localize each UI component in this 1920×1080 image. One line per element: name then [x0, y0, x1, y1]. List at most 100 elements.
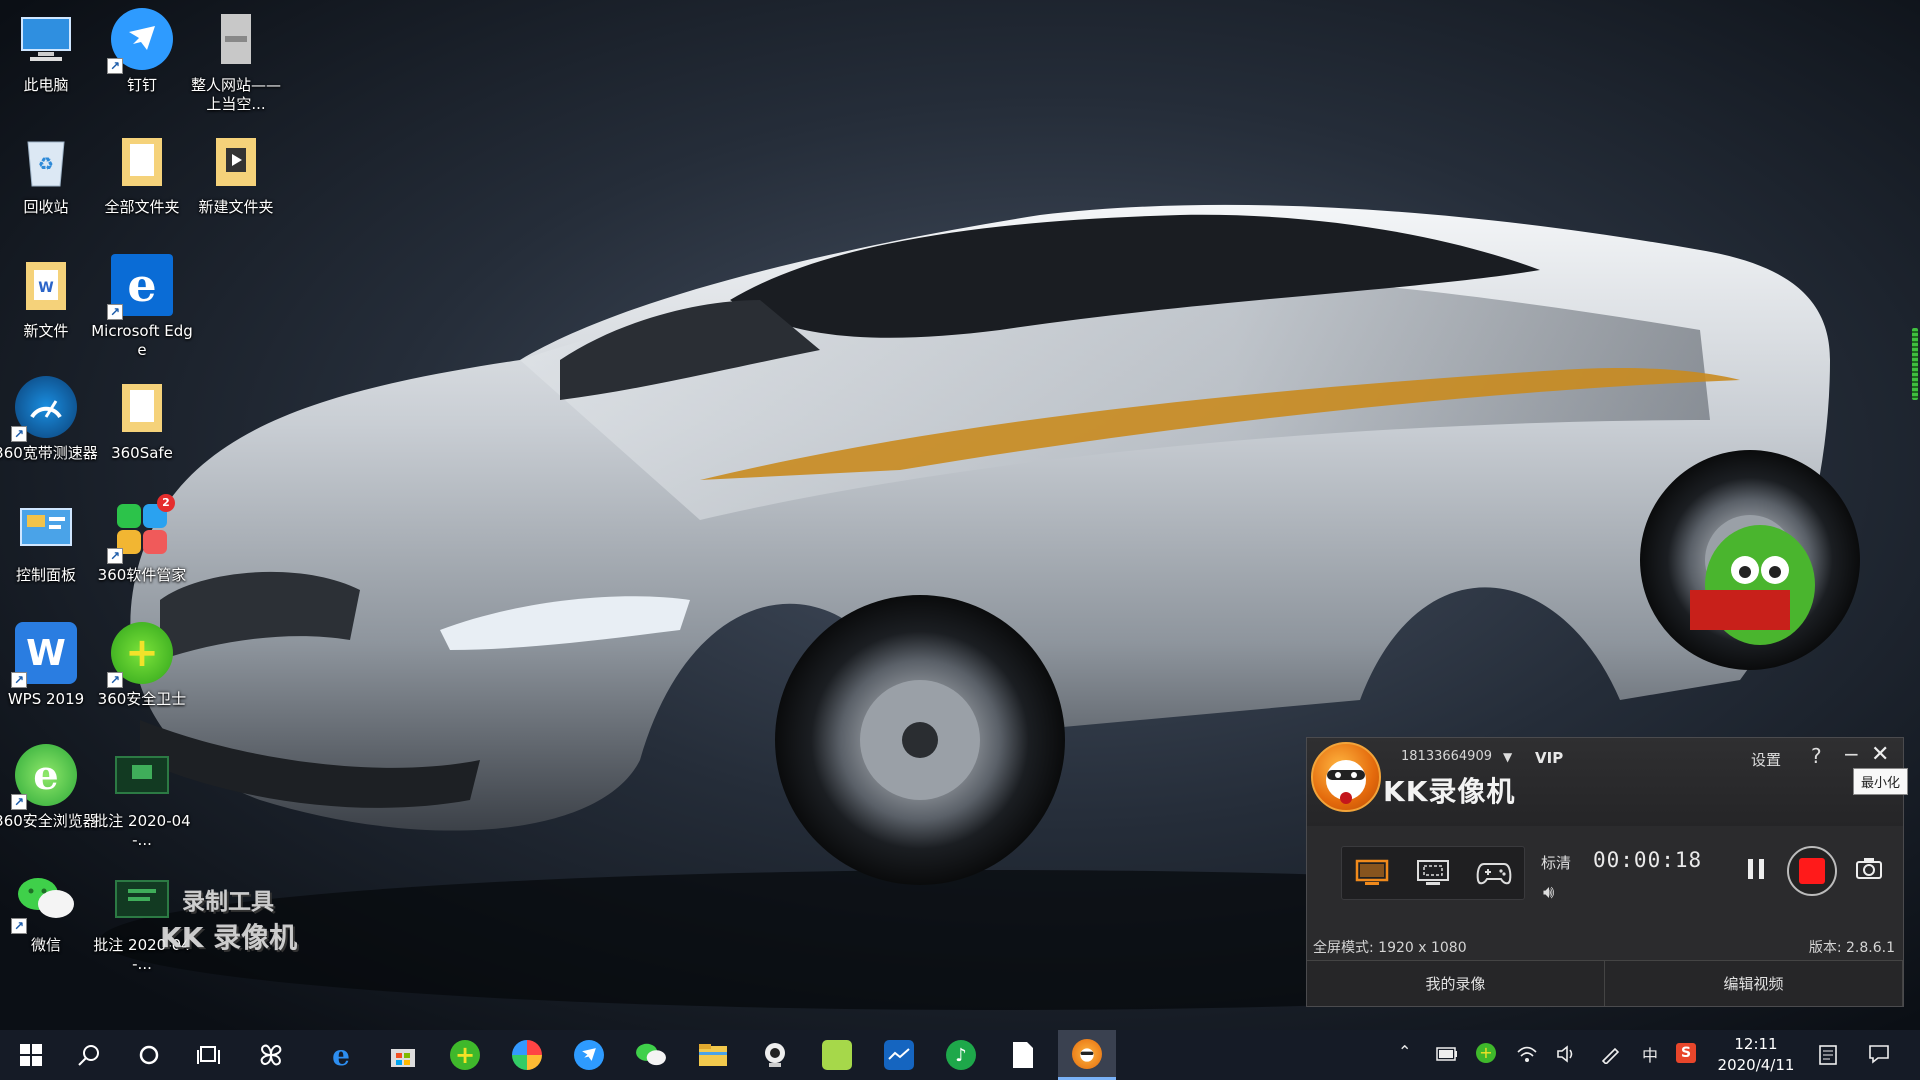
desktop-icon-this-pc[interactable]: 此电脑 [0, 8, 92, 126]
desktop-icon-label: Microsoft Edge [91, 322, 193, 359]
chart-app-icon [884, 1040, 914, 1070]
kk-minimize-button[interactable]: − [1843, 742, 1860, 766]
desktop-icon-label: 此电脑 [23, 76, 69, 94]
volume-icon[interactable]: 🔊︎ [1543, 882, 1554, 903]
desktop-icon-recycle-bin[interactable]: ♻ 回收站 [0, 130, 92, 248]
speaker-icon[interactable] [1556, 1044, 1578, 1068]
kk-settings-button[interactable]: 设置 [1751, 749, 1781, 770]
computer-icon [15, 8, 77, 70]
taskbar-app-kk-recorder[interactable] [1058, 1030, 1116, 1080]
desktop-icon-label: 360Safe [111, 444, 173, 462]
kk-recorder-window: 18133664909 ▼ VIP KK录像机 设置 ? − ✕ 最小化 标清 … [1306, 737, 1909, 1007]
taskbar-app-edge[interactable]: e [314, 1030, 368, 1080]
taskbar-app-store[interactable] [376, 1030, 430, 1080]
taskbar-app-music[interactable]: ♪ [934, 1030, 988, 1080]
desktop-icon-label: 360安全浏览器 [0, 812, 98, 830]
desktop-icon-control-panel[interactable]: 控制面板 [0, 498, 92, 616]
desktop-icon-edge[interactable]: e ↗ Microsoft Edge [91, 254, 193, 372]
desktop-icon-new-folder[interactable]: 新建文件夹 [190, 130, 282, 248]
desktop-icon-360-software-manager[interactable]: 2 ↗ 360软件管家 [96, 494, 188, 616]
desktop-icon-label: 360软件管家 [97, 566, 187, 584]
kk-logo-icon [1311, 742, 1381, 812]
pen-icon[interactable] [1600, 1044, 1622, 1068]
store-icon [391, 1049, 415, 1067]
taskbar-app-blue[interactable] [872, 1030, 926, 1080]
kk-quality-selector[interactable]: 标清 [1541, 852, 1571, 873]
gamepad-icon [1476, 863, 1511, 885]
start-button[interactable] [4, 1030, 58, 1080]
screenshot-button[interactable] [1855, 856, 1885, 886]
desktop-icon-360safe-folder[interactable]: 360Safe [96, 376, 188, 494]
wps-icon: W ↗ [11, 622, 77, 688]
chevron-down-icon[interactable]: ▼ [1503, 750, 1512, 764]
taskbar-app-wechat[interactable] [624, 1030, 678, 1080]
desktop-icon-dingtalk[interactable]: ↗ 钉钉 [96, 8, 188, 126]
taskbar-app-dingtalk[interactable] [562, 1030, 616, 1080]
kk-help-button[interactable]: ? [1811, 744, 1822, 768]
desktop-icon-label: 批注 2020-04-... [93, 812, 191, 849]
taskbar-app-explorer[interactable] [686, 1030, 740, 1080]
desktop-icon-label: 钉钉 [126, 76, 157, 94]
folder-icon [699, 1044, 727, 1066]
kk-header: 18133664909 ▼ VIP KK录像机 设置 ? − ✕ 最小化 [1307, 738, 1909, 826]
desktop-icon-360-browser[interactable]: e ↗ 360安全浏览器 [0, 744, 98, 862]
battery-icon[interactable] [1436, 1046, 1458, 1065]
360-tray-icon[interactable]: + [1476, 1043, 1496, 1063]
music-app-icon: ♪ [946, 1040, 976, 1070]
edit-video-button[interactable]: 编辑视频 [1605, 960, 1903, 1006]
watermark-line1: 录制工具 [182, 889, 274, 915]
windows-icon [20, 1044, 42, 1066]
taskbar-app-360safe[interactable]: + [438, 1030, 492, 1080]
wifi-icon[interactable] [1516, 1044, 1538, 1068]
kk-mode-status: 全屏模式: 1920 x 1080 [1313, 940, 1467, 956]
document-icon [1013, 1042, 1033, 1068]
taskbar-app-camera[interactable] [748, 1030, 802, 1080]
desktop-icon-new-file[interactable]: W 新文件 [0, 254, 92, 372]
360-browser-icon: e ↗ [11, 744, 77, 810]
stop-record-button[interactable] [1787, 846, 1837, 896]
kk-account-name[interactable]: 18133664909 [1401, 749, 1492, 764]
taskbar-clock[interactable]: 12:11 2020/4/11 [1704, 1034, 1808, 1076]
file-icon [205, 8, 267, 70]
desktop-icon-360-speedtest[interactable]: ↗ 360宽带测速器 [0, 376, 98, 494]
desktop-icon-prank-site[interactable]: 整人网站——上当空... [190, 8, 282, 126]
edge-icon: e ↗ [107, 254, 173, 320]
svg-text:W: W [38, 280, 53, 296]
search-button[interactable] [62, 1030, 116, 1080]
sogou-ime-icon[interactable]: S [1676, 1043, 1696, 1063]
notes-icon[interactable] [1818, 1044, 1838, 1070]
desktop-icon-label: 360安全卫士 [97, 690, 187, 708]
notification-badge: 2 [157, 494, 175, 512]
fullscreen-mode-button[interactable] [1352, 855, 1392, 891]
tray-expand-icon[interactable]: ⌃ [1398, 1042, 1411, 1061]
taskbar-app-colorful[interactable] [500, 1030, 554, 1080]
desktop-icon-360-security[interactable]: + ↗ 360安全卫士 [96, 622, 188, 740]
kk-vip-button[interactable]: VIP [1535, 749, 1563, 767]
my-recordings-button[interactable]: 我的录像 [1307, 960, 1605, 1006]
cortana-button[interactable] [122, 1030, 176, 1080]
desktop-icon-all-folders[interactable]: 全部文件夹 [96, 130, 188, 248]
kk-version-label: 版本: 2.8.6.1 [1808, 940, 1895, 956]
360-safe-icon: + [450, 1040, 480, 1070]
action-center-icon[interactable] [1868, 1044, 1890, 1068]
image-file-icon [111, 744, 173, 806]
kk-close-button[interactable]: ✕ [1871, 742, 1889, 767]
pause-button[interactable] [1745, 856, 1773, 890]
input-method-indicator[interactable]: 中 [1642, 1042, 1658, 1066]
taskbar-app-pinwheel[interactable] [244, 1030, 298, 1080]
desktop-icon-wps[interactable]: W ↗ WPS 2019 [0, 622, 92, 740]
kk-recorder-icon [1072, 1038, 1102, 1069]
clock-time: 12:11 [1734, 1035, 1778, 1053]
desktop-icon-label: 全部文件夹 [104, 198, 180, 216]
region-icon [1416, 860, 1449, 885]
desktop-icon-screenshot-1[interactable]: 批注 2020-04-... [93, 744, 191, 862]
task-view-button[interactable] [182, 1030, 236, 1080]
speed-test-icon: ↗ [11, 376, 77, 442]
game-mode-button[interactable] [1474, 855, 1514, 891]
taskbar-app-document[interactable] [996, 1030, 1050, 1080]
taskbar-app-green[interactable] [810, 1030, 864, 1080]
pinwheel-icon [260, 1044, 282, 1066]
region-mode-button[interactable] [1413, 855, 1453, 891]
desktop-icon-wechat[interactable]: ↗ 微信 [0, 868, 92, 986]
kk-mode-selector [1341, 846, 1525, 900]
